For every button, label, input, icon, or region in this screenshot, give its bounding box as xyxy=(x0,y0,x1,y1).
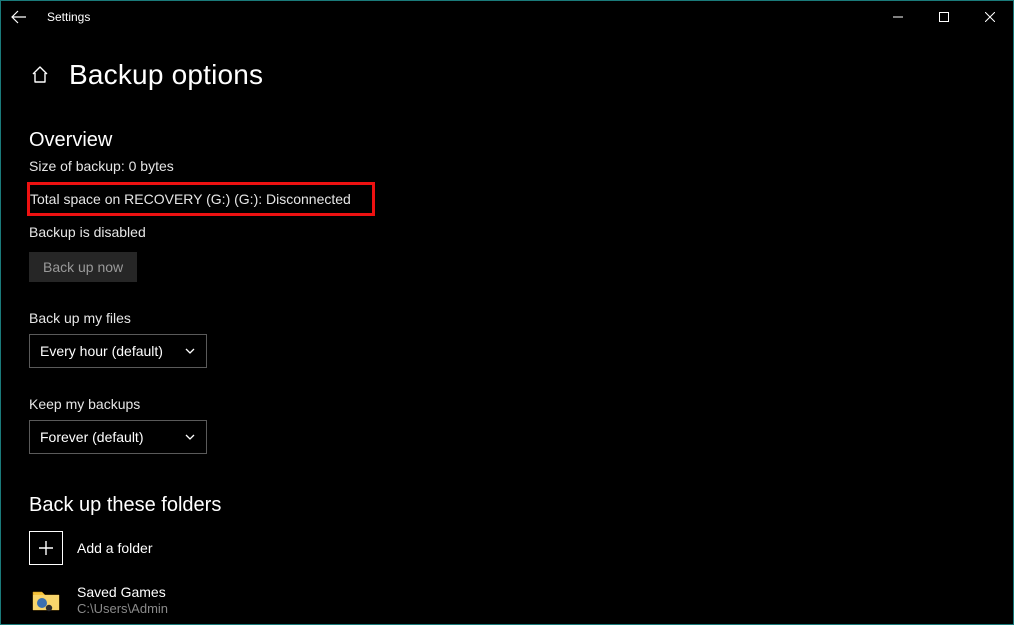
close-icon xyxy=(985,12,995,22)
minimize-icon xyxy=(893,12,903,22)
drive-space-line: Total space on RECOVERY (G:) (G:): Disco… xyxy=(30,189,364,209)
folders-heading: Back up these folders xyxy=(29,494,1013,517)
backup-status-line: Backup is disabled xyxy=(29,222,1013,242)
backup-now-button: Back up now xyxy=(29,252,137,282)
app-title: Settings xyxy=(47,10,90,24)
content: Overview Size of backup: 0 bytes Total s… xyxy=(1,91,1013,617)
plus-icon xyxy=(37,539,55,557)
chevron-down-icon xyxy=(184,345,196,357)
close-button[interactable] xyxy=(967,1,1013,33)
backup-size-line: Size of backup: 0 bytes xyxy=(29,156,1013,176)
home-button[interactable] xyxy=(29,64,51,86)
page-title: Backup options xyxy=(69,59,263,91)
minimize-button[interactable] xyxy=(875,1,921,33)
chevron-down-icon xyxy=(184,431,196,443)
maximize-button[interactable] xyxy=(921,1,967,33)
folder-info: Saved Games C:\Users\Admin xyxy=(77,584,168,617)
titlebar-left: Settings xyxy=(9,7,90,27)
folder-item[interactable]: Saved Games C:\Users\Admin xyxy=(29,583,1013,617)
folder-icon xyxy=(29,583,63,617)
maximize-icon xyxy=(939,12,949,22)
arrow-left-icon xyxy=(11,9,27,25)
highlight-annotation: Total space on RECOVERY (G:) (G:): Disco… xyxy=(27,182,375,216)
frequency-selected: Every hour (default) xyxy=(40,343,163,359)
home-icon xyxy=(30,65,50,85)
page-header: Backup options xyxy=(1,33,1013,91)
back-button[interactable] xyxy=(9,7,29,27)
titlebar: Settings xyxy=(1,1,1013,33)
frequency-dropdown[interactable]: Every hour (default) xyxy=(29,334,207,368)
retention-selected: Forever (default) xyxy=(40,429,143,445)
add-folder-row[interactable]: Add a folder xyxy=(29,531,1013,565)
frequency-label: Back up my files xyxy=(29,310,1013,326)
retention-dropdown[interactable]: Forever (default) xyxy=(29,420,207,454)
window-controls xyxy=(875,1,1013,33)
folder-path: C:\Users\Admin xyxy=(77,601,168,617)
add-folder-label: Add a folder xyxy=(77,540,153,556)
saved-games-folder-icon xyxy=(32,588,60,612)
folder-name: Saved Games xyxy=(77,584,168,601)
overview-heading: Overview xyxy=(29,129,1013,152)
retention-label: Keep my backups xyxy=(29,396,1013,412)
add-folder-button[interactable] xyxy=(29,531,63,565)
